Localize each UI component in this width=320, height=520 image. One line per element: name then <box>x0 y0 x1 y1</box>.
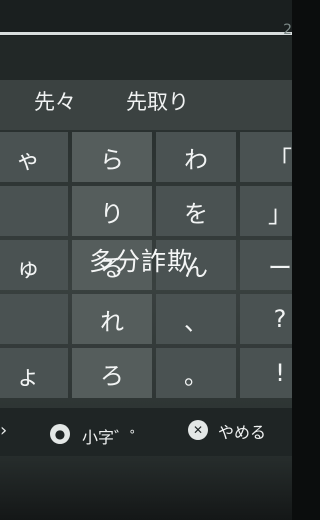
chevron-right-icon: › <box>0 420 8 441</box>
key-yu-small[interactable]: ゅ <box>0 240 68 290</box>
key-wo[interactable]: を <box>156 186 236 236</box>
key-period[interactable]: 。 <box>156 348 236 398</box>
key-open-bracket[interactable]: 「 <box>240 132 292 182</box>
key-re[interactable]: れ <box>72 294 152 344</box>
stick-button-icon: ● <box>50 424 70 444</box>
key-question[interactable]: ? <box>240 294 292 344</box>
input-underline <box>0 32 292 35</box>
keyboard-screen: 2 先々 先取り ゃ ら わ 「 り を 」 ゅ る ん ー れ 、 ? ょ ろ… <box>0 0 292 520</box>
key-blank[interactable] <box>0 186 68 236</box>
key-comma[interactable]: 、 <box>156 294 236 344</box>
key-yo-small[interactable]: ょ <box>0 348 68 398</box>
overlay-caption: 多分詐欺 <box>89 247 194 276</box>
key-ro[interactable]: ろ <box>72 348 152 398</box>
suggestion-1[interactable]: 先々 <box>34 86 76 116</box>
x-button-icon: ✕ <box>188 420 208 440</box>
key-blank-2[interactable] <box>0 294 68 344</box>
suggestion-2[interactable]: 先取り <box>126 86 189 116</box>
cancel-label[interactable]: やめる <box>218 419 266 443</box>
key-ri[interactable]: り <box>72 186 152 236</box>
key-close-bracket[interactable]: 」 <box>240 186 292 236</box>
key-ya-small[interactable]: ゃ <box>0 132 68 182</box>
keyboard-top-band <box>0 36 292 80</box>
key-exclamation[interactable]: ! <box>240 348 292 398</box>
text-input-area[interactable] <box>0 0 292 36</box>
key-long-vowel[interactable]: ー <box>240 240 292 290</box>
key-wa[interactable]: わ <box>156 132 236 182</box>
key-ra[interactable]: ら <box>72 132 152 182</box>
small-char-label[interactable]: 小字゛゜ <box>82 424 146 448</box>
